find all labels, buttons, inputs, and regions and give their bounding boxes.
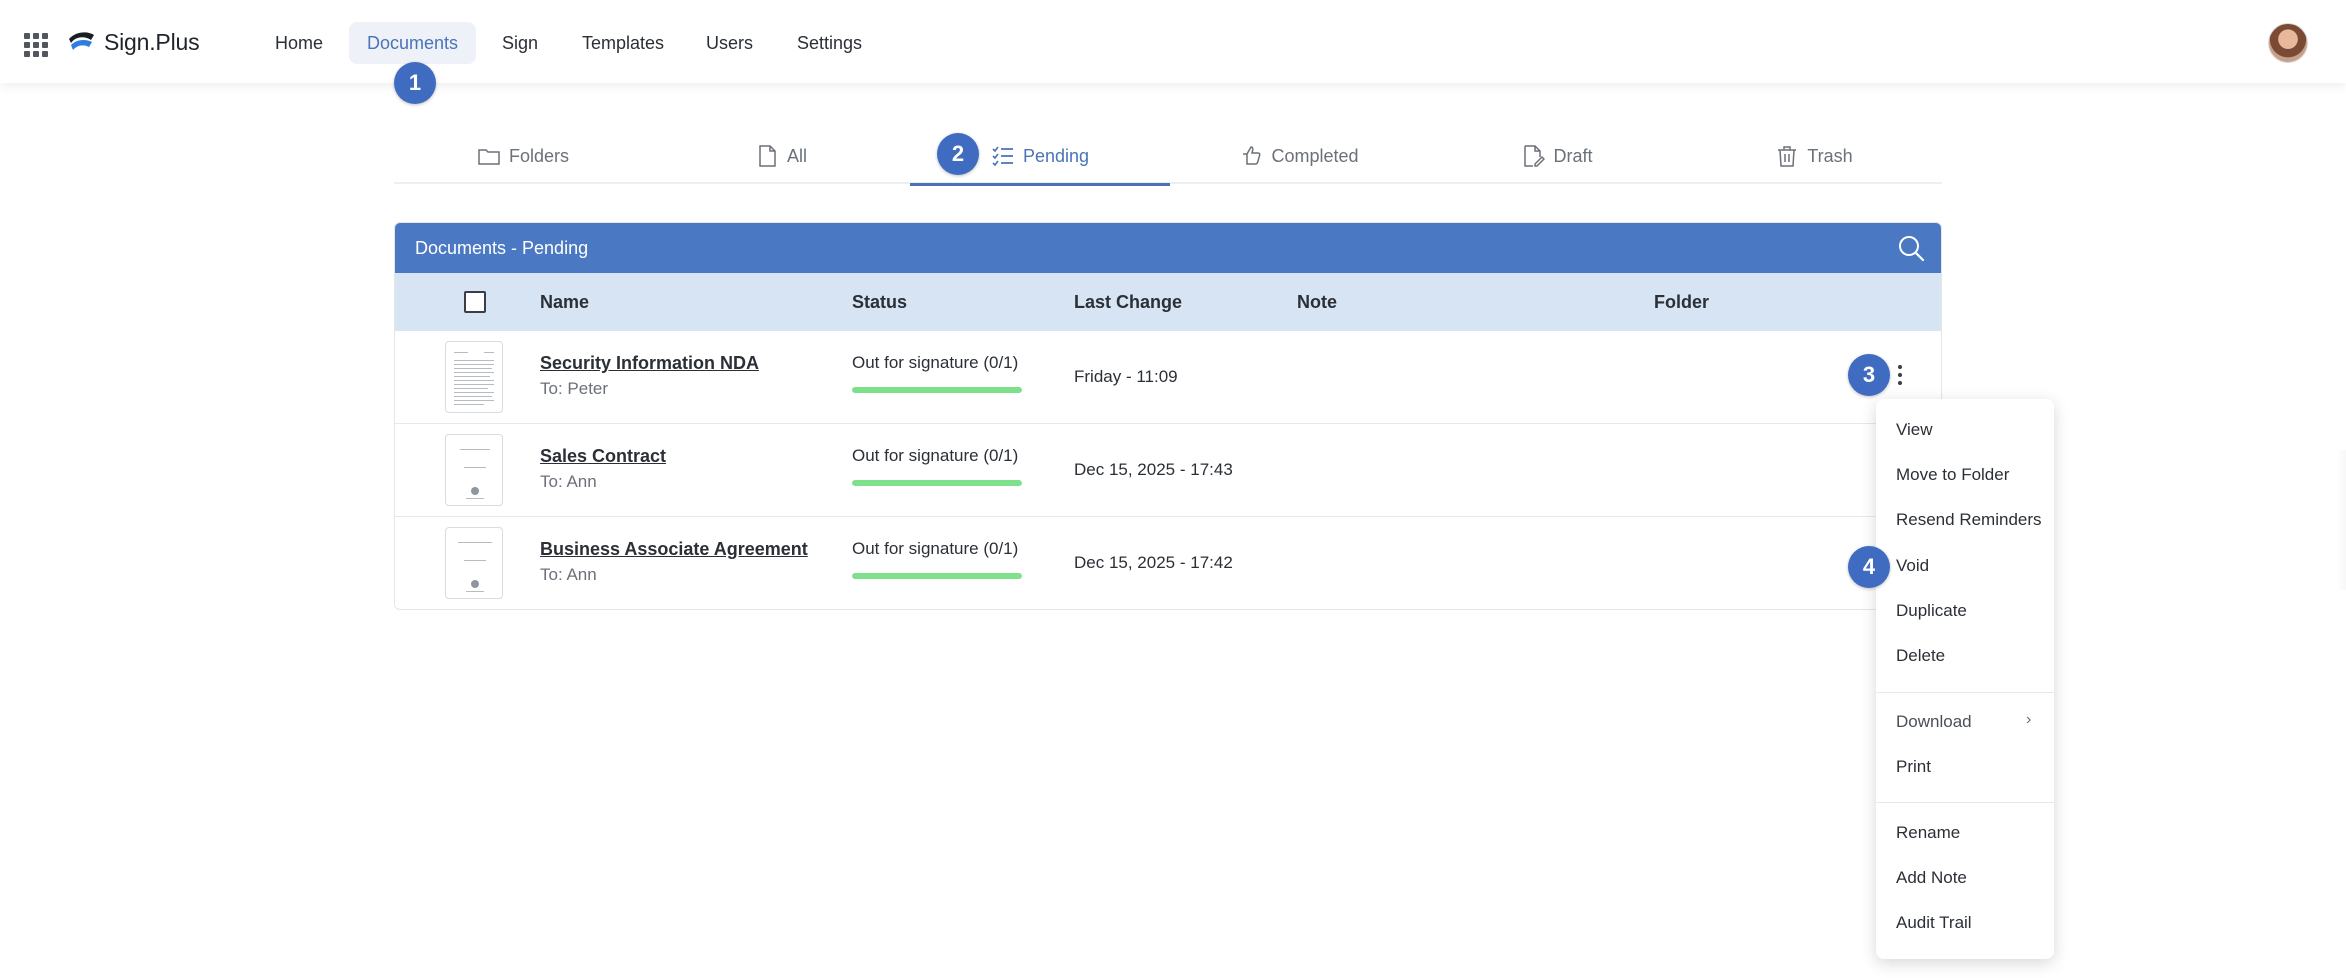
document-thumbnail[interactable]	[445, 341, 503, 413]
menu-item-add-note[interactable]: Add Note	[1896, 868, 1967, 888]
page-edge-shadow	[2336, 450, 2346, 590]
folder-icon	[478, 149, 500, 165]
step-badge-4: 4	[1848, 546, 1890, 588]
tab-trash[interactable]: Trash	[1686, 128, 1942, 184]
select-all-checkbox[interactable]	[464, 291, 486, 313]
user-avatar[interactable]	[2268, 23, 2308, 63]
checklist-icon	[992, 146, 1013, 167]
tab-completed-label: Completed	[1271, 145, 1359, 166]
tab-draft-label: Draft	[1553, 145, 1593, 166]
documents-table-card: Documents - Pending Name Status Last Cha…	[394, 222, 1942, 610]
menu-item-resend-reminders[interactable]: Resend Reminders	[1896, 510, 2042, 530]
menu-item-move-to-folder[interactable]: Move to Folder	[1896, 465, 2009, 485]
card-header: Documents - Pending	[395, 223, 1941, 273]
document-recipient: To: Peter	[540, 379, 609, 398]
step-badge-1: 1	[394, 62, 436, 104]
table-row[interactable]: Security Information NDA To: Peter Out f…	[395, 331, 1941, 424]
nav-sign[interactable]: Sign	[484, 22, 556, 64]
document-status: Out for signature (0/1)	[852, 353, 1019, 372]
app-grid-icon[interactable]	[24, 33, 48, 57]
nav-documents[interactable]: Documents	[349, 22, 477, 64]
card-title: Documents - Pending	[415, 237, 589, 258]
menu-item-void[interactable]: Void	[1896, 556, 1929, 576]
tab-folders-label: Folders	[508, 145, 570, 166]
tab-draft[interactable]: Draft	[1428, 128, 1686, 184]
column-last-change[interactable]: Last Change	[1074, 273, 1182, 331]
completed-icon	[1243, 146, 1261, 165]
active-tab-indicator	[910, 183, 1170, 186]
tab-completed[interactable]: Completed	[1170, 128, 1428, 184]
column-note[interactable]: Note	[1297, 273, 1337, 331]
table-header: Name Status Last Change Note Folder	[395, 273, 1941, 331]
menu-item-print[interactable]: Print	[1896, 757, 1931, 777]
document-name-link[interactable]: Sales Contract	[540, 446, 666, 467]
column-folder[interactable]: Folder	[1654, 273, 1709, 331]
document-last-change: Dec 15, 2025 - 17:43	[1074, 460, 1233, 479]
nav-users[interactable]: Users	[688, 22, 771, 64]
document-last-change: Dec 15, 2025 - 17:42	[1074, 553, 1233, 572]
menu-item-duplicate[interactable]: Duplicate	[1896, 601, 1967, 621]
app-name: Sign.Plus	[104, 28, 200, 55]
tab-trash-label: Trash	[1807, 145, 1853, 166]
nav-settings[interactable]: Settings	[779, 22, 880, 64]
tab-all-label: All	[786, 145, 807, 166]
document-name-link[interactable]: Business Associate Agreement	[540, 539, 808, 560]
step-badge-3: 3	[1848, 354, 1890, 396]
row-actions-menu: View Move to Folder Resend Reminders Voi…	[1876, 399, 2054, 959]
document-status: Out for signature (0/1)	[852, 539, 1019, 558]
tab-pending-label: Pending	[1022, 145, 1090, 166]
signature-progress-bar	[852, 480, 1022, 486]
tab-all[interactable]: All	[652, 128, 910, 184]
document-thumbnail[interactable]	[445, 434, 503, 506]
nav-home[interactable]: Home	[257, 22, 341, 64]
search-icon[interactable]	[1897, 234, 1925, 262]
document-thumbnail[interactable]	[445, 527, 503, 599]
trash-icon	[1778, 146, 1797, 167]
draft-icon	[1524, 145, 1546, 167]
menu-item-audit-trail[interactable]: Audit Trail	[1896, 913, 1972, 933]
row-actions-kebab-icon[interactable]	[1895, 365, 1905, 389]
nav-templates[interactable]: Templates	[564, 22, 682, 64]
step-badge-2: 2	[937, 133, 979, 175]
menu-item-view[interactable]: View	[1896, 420, 1933, 440]
document-recipient: To: Ann	[540, 565, 597, 584]
menu-item-delete[interactable]: Delete	[1896, 646, 1945, 666]
file-icon	[759, 145, 776, 167]
menu-item-download[interactable]: Download	[1896, 712, 1972, 732]
tab-folders[interactable]: Folders	[394, 128, 652, 184]
signature-progress-bar	[852, 387, 1022, 393]
table-row[interactable]: Sales Contract To: Ann Out for signature…	[395, 424, 1941, 517]
menu-divider	[1876, 802, 2054, 803]
document-last-change: Friday - 11:09	[1074, 367, 1178, 386]
top-navigation-bar: Sign.Plus Home Documents Sign Templates …	[0, 0, 2346, 83]
column-name[interactable]: Name	[540, 273, 589, 331]
signplus-logo-icon	[69, 32, 94, 50]
chevron-right-icon: ›	[2026, 711, 2032, 728]
app-logo[interactable]: Sign.Plus	[66, 27, 200, 57]
menu-item-rename[interactable]: Rename	[1896, 823, 1960, 843]
menu-divider	[1876, 692, 2054, 693]
document-tabs: Folders All Pending Completed Draft Tras…	[394, 128, 1942, 186]
document-status: Out for signature (0/1)	[852, 446, 1019, 465]
signature-progress-bar	[852, 573, 1022, 579]
table-row[interactable]: Business Associate Agreement To: Ann Out…	[395, 517, 1941, 609]
column-status[interactable]: Status	[852, 273, 907, 331]
document-recipient: To: Ann	[540, 472, 597, 491]
document-name-link[interactable]: Security Information NDA	[540, 353, 759, 374]
